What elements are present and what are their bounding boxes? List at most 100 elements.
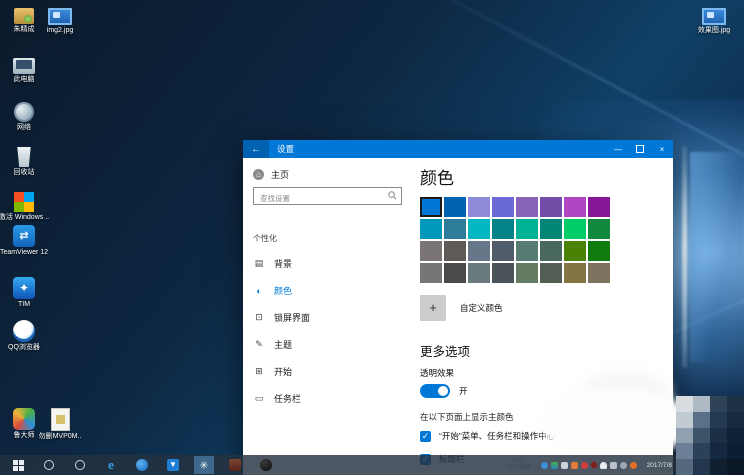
color-swatch[interactable] <box>420 197 442 217</box>
color-swatch[interactable] <box>444 197 466 217</box>
desktop-icon-recycle-bin[interactable]: 回收站 <box>0 147 56 177</box>
color-swatch[interactable] <box>420 241 442 261</box>
sidebar-section-label: 个性化 <box>253 233 410 244</box>
qq-browser-icon <box>13 320 35 342</box>
desktop-icon-teamviewer[interactable]: ⇄ TeamViewer 12 <box>0 225 56 257</box>
checkbox-start-taskbar[interactable]: ✓ <box>420 431 431 442</box>
color-swatch[interactable] <box>588 197 610 217</box>
color-swatch[interactable] <box>516 263 538 283</box>
sidebar-item-themes[interactable]: ✎ 主题 <box>253 331 410 358</box>
color-swatch[interactable] <box>540 219 562 239</box>
tray-icon[interactable] <box>610 462 617 469</box>
taskbar-app-security[interactable]: ▼ <box>163 456 183 474</box>
tray-icon[interactable] <box>630 462 637 469</box>
color-swatch[interactable] <box>444 219 466 239</box>
sidebar-item-taskbar[interactable]: ▭ 任务栏 <box>253 385 410 412</box>
color-swatch[interactable] <box>564 197 586 217</box>
color-swatch[interactable] <box>540 263 562 283</box>
tray-icon[interactable] <box>589 461 597 469</box>
tray-icon[interactable] <box>551 462 558 469</box>
color-swatch[interactable] <box>444 241 466 261</box>
color-swatch[interactable] <box>468 197 490 217</box>
close-button[interactable]: × <box>651 140 673 158</box>
search-icon <box>388 191 397 200</box>
desktop-icon-tim[interactable]: ✦ TIM <box>0 277 56 309</box>
color-swatch[interactable] <box>468 263 490 283</box>
censor-block <box>676 428 693 444</box>
window-titlebar: ← 设置 — × <box>243 140 673 158</box>
censor-block <box>710 443 727 459</box>
clock-date[interactable]: 2017/7/8 <box>647 462 672 469</box>
desktop-icon-windows-app[interactable]: 激活 Windows .. <box>0 192 56 222</box>
color-swatch[interactable] <box>420 219 442 239</box>
color-swatch[interactable] <box>492 241 514 261</box>
sidebar-item-home[interactable]: ⌂ 主页 <box>253 168 410 181</box>
color-swatch[interactable] <box>492 197 514 217</box>
color-swatch[interactable] <box>588 263 610 283</box>
checkbox-label: “开始”菜单、任务栏和操作中心 <box>439 430 555 442</box>
color-swatch[interactable] <box>492 219 514 239</box>
desktop-icon-qq-browser[interactable]: QQ浏览器 <box>0 320 56 352</box>
color-swatch[interactable] <box>492 263 514 283</box>
color-swatch[interactable] <box>468 241 490 261</box>
lock-screen-icon: ⊡ <box>253 312 265 323</box>
censor-block <box>693 396 710 412</box>
cloud-tray-icon[interactable] <box>600 462 607 469</box>
color-swatch[interactable] <box>588 241 610 261</box>
desktop-icon-image-topright[interactable]: 效果图.jpg <box>682 8 744 35</box>
taskbar-app-folder[interactable] <box>225 456 245 474</box>
desktop-icon-label: TIM <box>18 301 30 309</box>
color-swatch[interactable] <box>444 263 466 283</box>
desktop-icon-img2[interactable]: img2.jpg <box>28 8 92 35</box>
taskbar-app-edge[interactable]: e <box>101 456 121 474</box>
color-swatch[interactable] <box>516 197 538 217</box>
settings-search-box[interactable] <box>253 187 402 205</box>
sidebar-item-background[interactable]: ▤ 背景 <box>253 250 410 277</box>
censor-mosaic <box>676 396 744 475</box>
color-swatch[interactable] <box>564 263 586 283</box>
color-swatch[interactable] <box>564 219 586 239</box>
color-swatch[interactable] <box>564 241 586 261</box>
sidebar-item-start[interactable]: ⊞ 开始 <box>253 358 410 385</box>
color-swatch[interactable] <box>420 263 442 283</box>
taskbar-app-dark[interactable] <box>256 456 276 474</box>
color-swatch[interactable] <box>468 219 490 239</box>
sidebar-item-colors[interactable]: ◐ 颜色 <box>253 277 410 304</box>
color-swatch[interactable] <box>516 219 538 239</box>
desktop-icon-document[interactable]: 勿删MVP0M.. <box>28 408 92 441</box>
transparency-toggle[interactable] <box>420 384 450 398</box>
start-button[interactable] <box>8 456 28 474</box>
maximize-button[interactable] <box>629 140 651 158</box>
back-button[interactable]: ← <box>243 140 269 158</box>
taskbar-app-settings-active[interactable]: ✳ <box>194 456 214 474</box>
taskbar-app-cortana[interactable] <box>39 456 59 474</box>
color-swatch[interactable] <box>540 241 562 261</box>
color-grid <box>420 197 612 283</box>
color-swatch[interactable] <box>540 197 562 217</box>
tray-icon[interactable] <box>541 462 548 469</box>
sidebar-item-lock-screen[interactable]: ⊡ 锁屏界面 <box>253 304 410 331</box>
taskbar-app-browser[interactable] <box>132 456 152 474</box>
censor-block <box>727 412 744 428</box>
tray-icon[interactable] <box>561 462 568 469</box>
search-input[interactable] <box>258 191 390 207</box>
system-tray <box>541 462 637 469</box>
desktop-icon-network[interactable]: 网络 <box>0 102 56 132</box>
taskbar-app-task-view[interactable] <box>70 456 90 474</box>
desktop-icon-label: 此电脑 <box>14 76 35 84</box>
censor-block <box>676 412 693 428</box>
tray-icon[interactable] <box>620 462 627 469</box>
cpu-temp-label: CPU温度 <box>506 465 531 472</box>
custom-color-button[interactable]: + <box>420 295 446 321</box>
color-swatch[interactable] <box>588 219 610 239</box>
gear-icon: ✳ <box>199 459 208 472</box>
tray-icon[interactable] <box>581 462 588 469</box>
minimize-button[interactable]: — <box>607 140 629 158</box>
tray-icon[interactable] <box>571 462 578 469</box>
windows-logo-icon <box>14 192 34 212</box>
cortana-icon <box>44 460 54 470</box>
desktop-icon-this-pc[interactable]: 此电脑 <box>0 58 56 84</box>
color-swatch[interactable] <box>516 241 538 261</box>
cpu-temp-widget[interactable]: 27°C CPU温度 <box>506 458 531 472</box>
teamviewer-icon: ⇄ <box>13 225 35 247</box>
